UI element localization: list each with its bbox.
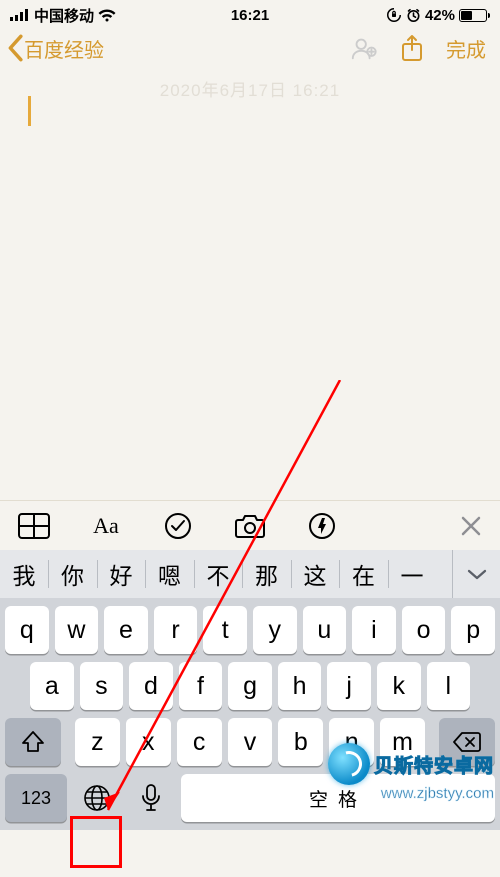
key-v[interactable]: v [228, 718, 273, 766]
expand-candidates-button[interactable] [452, 550, 500, 598]
camera-icon[interactable] [234, 511, 266, 541]
key-t[interactable]: t [203, 606, 247, 654]
key-c[interactable]: c [177, 718, 222, 766]
key-u[interactable]: u [303, 606, 347, 654]
signal-icon [10, 9, 30, 21]
markup-icon[interactable] [306, 511, 338, 541]
key-w[interactable]: w [55, 606, 99, 654]
key-m[interactable]: m [380, 718, 425, 766]
candidate-word[interactable]: 嗯 [146, 557, 194, 591]
key-q[interactable]: q [5, 606, 49, 654]
key-e[interactable]: e [104, 606, 148, 654]
text-style-button[interactable]: Aa [90, 511, 122, 541]
key-r[interactable]: r [154, 606, 198, 654]
key-x[interactable]: x [126, 718, 171, 766]
back-button[interactable]: 百度经验 [6, 34, 104, 63]
key-s[interactable]: s [80, 662, 124, 710]
text-cursor [28, 96, 31, 126]
key-n[interactable]: n [329, 718, 374, 766]
candidate-word[interactable]: 不 [194, 557, 242, 591]
candidate-word[interactable]: 一 [388, 557, 436, 591]
wifi-icon [98, 9, 116, 22]
backspace-key[interactable] [439, 718, 495, 766]
key-j[interactable]: j [327, 662, 371, 710]
note-editor[interactable]: 2020年6月17日 16:21 [0, 74, 500, 500]
alarm-icon [406, 8, 421, 23]
chevron-left-icon [6, 34, 24, 62]
candidate-word[interactable]: 好 [97, 557, 145, 591]
close-keyboard-icon[interactable] [460, 515, 482, 537]
candidate-word[interactable]: 你 [49, 557, 97, 591]
back-label: 百度经验 [24, 34, 104, 63]
key-k[interactable]: k [377, 662, 421, 710]
keyboard: 我你好嗯不那这在一 qwertyuiop asdfghjkl zxcvbnm 1… [0, 550, 500, 830]
dictation-key[interactable] [127, 774, 175, 822]
space-key[interactable]: 空格 [181, 774, 495, 822]
note-date-hint: 2020年6月17日 16:21 [0, 74, 500, 101]
portrait-lock-icon [386, 7, 402, 23]
key-i[interactable]: i [352, 606, 396, 654]
table-icon[interactable] [18, 511, 50, 541]
collaborate-icon[interactable] [350, 34, 378, 62]
key-b[interactable]: b [278, 718, 323, 766]
numbers-key[interactable]: 123 [5, 774, 67, 822]
key-a[interactable]: a [30, 662, 74, 710]
key-f[interactable]: f [179, 662, 223, 710]
battery-percent: 42% [425, 7, 455, 24]
clock: 16:21 [231, 7, 269, 24]
notes-toolbar: Aa [0, 500, 500, 550]
key-d[interactable]: d [129, 662, 173, 710]
done-button[interactable]: 完成 [446, 34, 486, 63]
key-g[interactable]: g [228, 662, 272, 710]
key-o[interactable]: o [402, 606, 446, 654]
key-y[interactable]: y [253, 606, 297, 654]
carrier-label: 中国移动 [34, 5, 94, 26]
candidate-word[interactable]: 我 [0, 557, 48, 591]
key-z[interactable]: z [75, 718, 120, 766]
candidate-word[interactable]: 那 [243, 557, 291, 591]
key-l[interactable]: l [427, 662, 471, 710]
candidate-bar: 我你好嗯不那这在一 [0, 550, 500, 598]
checklist-icon[interactable] [162, 511, 194, 541]
status-bar: 中国移动 16:21 42% [0, 0, 500, 26]
globe-key[interactable] [73, 774, 121, 822]
nav-bar: 百度经验 完成 [0, 26, 500, 74]
key-h[interactable]: h [278, 662, 322, 710]
battery-icon [459, 9, 490, 22]
key-p[interactable]: p [451, 606, 495, 654]
share-icon[interactable] [398, 34, 426, 62]
candidate-word[interactable]: 在 [340, 557, 388, 591]
candidate-word[interactable]: 这 [291, 557, 339, 591]
shift-key[interactable] [5, 718, 61, 766]
